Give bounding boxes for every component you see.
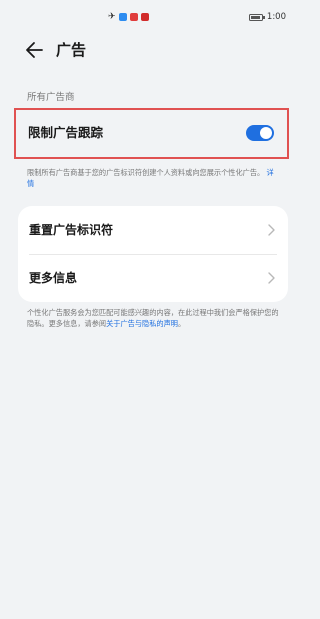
notification-icons: ✈: [108, 12, 149, 22]
section-label: 所有广告商: [27, 92, 75, 103]
limit-ad-tracking-label: 限制广告跟踪: [28, 125, 104, 140]
battery-icon: [248, 13, 265, 21]
limit-ad-tracking-toggle[interactable]: [246, 125, 274, 141]
settings-card: 重置广告标识符 更多信息: [18, 206, 288, 302]
reset-ad-identifier-row[interactable]: 重置广告标识符: [18, 206, 288, 254]
app-notification-icon: [140, 13, 149, 21]
more-info-row[interactable]: 更多信息: [18, 254, 288, 302]
back-button[interactable]: [22, 38, 48, 62]
reset-ad-identifier-label: 重置广告标识符: [29, 223, 114, 237]
app-notification-icon: [129, 13, 138, 21]
limit-description-text: 限制所有广告商基于您的广告标识符创建个人资料或向您展示个性化广告。: [27, 168, 265, 177]
toggle-knob: [260, 127, 272, 139]
more-info-label: 更多信息: [29, 271, 78, 285]
status-time: 1:00: [266, 12, 286, 22]
limit-ad-tracking-row: 限制广告跟踪: [18, 109, 288, 159]
arrow-left-icon: [26, 42, 43, 58]
page-title: 广告: [56, 41, 87, 59]
airplane-icon: ✈: [108, 12, 116, 22]
privacy-note-suffix: 。: [177, 319, 186, 328]
limit-description: 限制所有广告商基于您的广告标识符创建个人资料或向您展示个性化广告。 详情: [27, 167, 277, 189]
ads-privacy-statement-link[interactable]: 关于广告与隐私的声明: [106, 319, 178, 328]
app-notification-icon: [118, 13, 127, 21]
status-bar: ✈ 1:00: [0, 0, 300, 34]
chevron-right-icon: [268, 224, 275, 236]
privacy-note: 个性化广告服务会为您匹配可能感兴趣的内容，在此过程中我们会严格保护您的隐私。更多…: [27, 307, 279, 329]
chevron-right-icon: [268, 272, 275, 284]
status-right: 1:00: [248, 12, 286, 22]
